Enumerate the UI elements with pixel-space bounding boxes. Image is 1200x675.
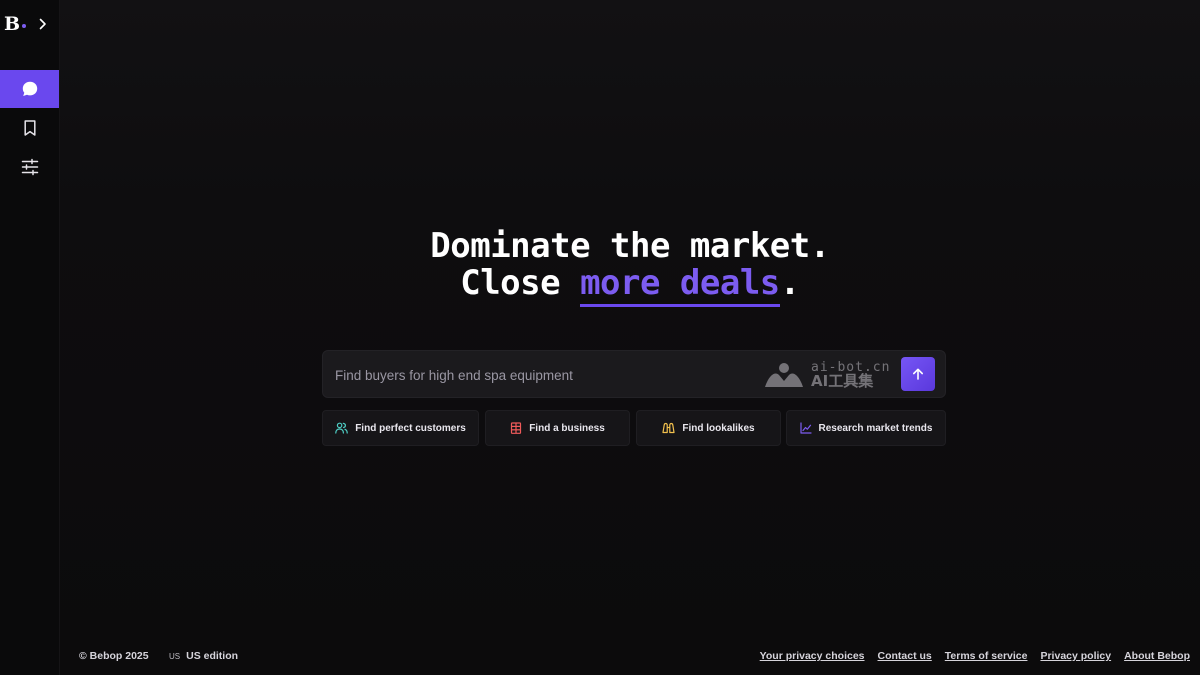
hero-line-2-suffix: . [779,263,800,303]
chip-find-lookalikes[interactable]: Find lookalikes [636,410,781,446]
line-chart-icon [799,422,812,434]
link-about-bebop[interactable]: About Bebop [1124,650,1190,662]
search-input[interactable] [335,363,755,387]
copyright-text: © Bebop 2025 [79,650,149,662]
link-privacy-choices[interactable]: Your privacy choices [760,650,865,662]
footer-links: Your privacy choices Contact us Terms of… [760,650,1190,662]
chip-label: Find perfect customers [355,422,466,434]
sliders-icon [21,158,38,176]
bookmark-icon [23,120,36,136]
sidebar: B [0,0,60,675]
sidebar-item-saved[interactable] [0,109,59,147]
edition-label: US edition [186,650,239,662]
arrow-up-icon [913,368,923,380]
logo-dot [22,24,27,28]
watermark: ai-bot.cn AI工具集 [763,358,898,392]
footer: © Bebop 2025 US US edition Your privacy … [60,650,1200,666]
users-icon [335,422,349,434]
building-icon [511,422,522,434]
hero-accent-text: more deals [580,263,780,307]
submit-search-button[interactable] [901,357,935,391]
chip-label: Find lookalikes [682,422,755,434]
hero-line-2: Close more deals. [60,263,1200,307]
binoculars-icon [662,422,675,434]
watermark-text: ai-bot.cn AI工具集 [811,361,890,389]
link-contact-us[interactable]: Contact us [878,650,932,662]
link-privacy-policy[interactable]: Privacy policy [1040,650,1111,662]
hero-heading: Dominate the market. Close more deals. [60,226,1200,307]
hero-line-2-prefix: Close [460,263,581,303]
hero-line-1: Dominate the market. [430,226,830,266]
edition-selector[interactable]: US US edition [169,650,238,662]
sidebar-item-chat[interactable] [0,70,59,108]
chip-find-perfect-customers[interactable]: Find perfect customers [322,410,479,446]
bebop-logo[interactable]: B [4,14,20,34]
expand-sidebar-button[interactable] [38,18,48,30]
link-terms-of-service[interactable]: Terms of service [945,650,1028,662]
watermark-line-2: AI工具集 [811,372,874,390]
app-root: B Dominate the market. Close more deals.… [0,0,1200,675]
main-content: Dominate the market. Close more deals. a… [60,0,1200,675]
chevron-right-icon [39,18,46,30]
chip-find-a-business[interactable]: Find a business [485,410,630,446]
chat-bubble-icon [22,81,37,96]
chip-label: Find a business [529,422,605,434]
search-box: ai-bot.cn AI工具集 [322,350,946,398]
watermark-logo-icon [765,363,803,387]
sidebar-item-filters[interactable] [0,148,59,186]
us-flag-icon: US [169,651,181,661]
suggestion-chips: Find perfect customers Find a business F… [60,410,1200,446]
chip-label: Research market trends [818,422,933,434]
brand: B [4,12,56,36]
chip-research-market-trends[interactable]: Research market trends [786,410,946,446]
